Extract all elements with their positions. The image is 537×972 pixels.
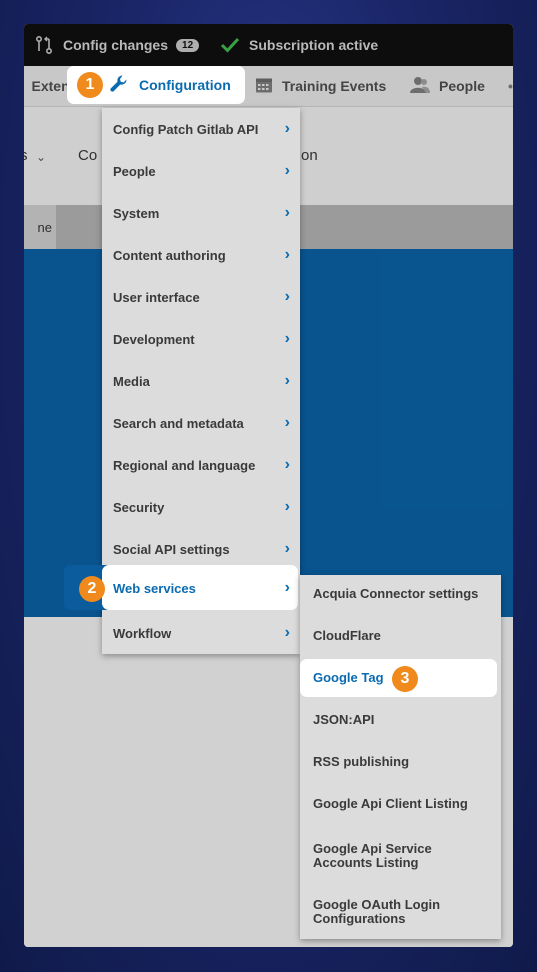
web-services-submenu: Acquia Connector settings CloudFlare JSO…	[300, 575, 501, 939]
menu-item-label: Web services	[113, 580, 196, 596]
submenu-item-google-oauth-login[interactable]: Google OAuth Login Configurations	[300, 889, 501, 935]
menu-item-system[interactable]: System ›	[102, 192, 300, 234]
wrench-icon	[109, 74, 129, 97]
menu-item-development[interactable]: Development ›	[102, 318, 300, 360]
menu-item-social-api[interactable]: Social API settings ›	[102, 528, 300, 570]
submenu-item-cloudflare[interactable]: CloudFlare	[300, 617, 501, 655]
nav-item-configuration-label: Configuration	[139, 77, 231, 93]
menu-item-label: Security	[113, 499, 165, 515]
menu-item-label: Workflow	[113, 625, 172, 641]
menu-item-regional-language[interactable]: Regional and language ›	[102, 444, 300, 486]
chevron-right-icon: ›	[284, 120, 290, 137]
chevron-right-icon: ›	[284, 246, 290, 263]
nav-item-configuration[interactable]: Configuration	[109, 66, 231, 104]
submenu-item-label: JSON:API	[313, 712, 375, 727]
menu-item-security[interactable]: Security ›	[102, 486, 300, 528]
submenu-item-label: RSS publishing	[313, 754, 410, 769]
submenu-item-google-api-client[interactable]: Google Api Client Listing	[300, 785, 501, 823]
menu-item-label: System	[113, 205, 160, 221]
step-1-marker: 1	[77, 72, 103, 98]
menu-item-label: People	[113, 163, 156, 179]
menu-item-label: Content authoring	[113, 247, 226, 263]
app-frame: Config changes 12 Subscription active • …	[24, 24, 513, 947]
submenu-item-label: Google OAuth Login Configurations	[313, 897, 441, 926]
step-3-marker: 3	[392, 666, 418, 692]
menu-item-web-services[interactable]: Web services ›	[102, 567, 300, 609]
menu-item-people[interactable]: People ›	[102, 150, 300, 192]
submenu-item-google-tag[interactable]: Google Tag	[300, 659, 394, 697]
chevron-right-icon: ›	[284, 624, 290, 641]
chevron-right-icon: ›	[284, 540, 290, 557]
menu-item-label: Config Patch Gitlab API	[113, 121, 259, 137]
submenu-item-jsonapi[interactable]: JSON:API	[300, 701, 501, 739]
submenu-item-google-api-service-accounts[interactable]: Google Api Service Accounts Listing	[300, 833, 501, 879]
menu-item-label: Media	[113, 373, 150, 389]
menu-item-label: Search and metadata	[113, 415, 244, 431]
chevron-right-icon: ›	[284, 579, 290, 596]
menu-item-workflow[interactable]: Workflow ›	[102, 612, 300, 654]
menu-item-content-authoring[interactable]: Content authoring ›	[102, 234, 300, 276]
submenu-item-label: CloudFlare	[313, 628, 381, 643]
menu-item-label: User interface	[113, 289, 200, 305]
menu-item-search-metadata[interactable]: Search and metadata ›	[102, 402, 300, 444]
menu-item-media[interactable]: Media ›	[102, 360, 300, 402]
chevron-right-icon: ›	[284, 330, 290, 347]
chevron-right-icon: ›	[284, 162, 290, 179]
submenu-item-label: Google Api Service Accounts Listing	[313, 841, 432, 870]
chevron-right-icon: ›	[284, 372, 290, 389]
chevron-right-icon: ›	[284, 498, 290, 515]
submenu-item-acquia-connector[interactable]: Acquia Connector settings	[300, 575, 501, 613]
chevron-right-icon: ›	[284, 204, 290, 221]
submenu-item-rss-publishing[interactable]: RSS publishing	[300, 743, 501, 781]
submenu-item-label: Acquia Connector settings	[313, 586, 479, 601]
submenu-item-label: Google Api Client Listing	[313, 796, 468, 811]
submenu-item-label: Google Tag	[313, 670, 384, 685]
chevron-right-icon: ›	[284, 288, 290, 305]
chevron-right-icon: ›	[284, 456, 290, 473]
chevron-right-icon: ›	[284, 414, 290, 431]
menu-item-label: Social API settings	[113, 541, 230, 557]
menu-item-user-interface[interactable]: User interface ›	[102, 276, 300, 318]
step-2-marker: 2	[79, 576, 105, 602]
menu-item-label: Regional and language	[113, 457, 256, 473]
menu-item-config-patch[interactable]: Config Patch Gitlab API ›	[102, 108, 300, 150]
menu-item-label: Development	[113, 331, 195, 347]
